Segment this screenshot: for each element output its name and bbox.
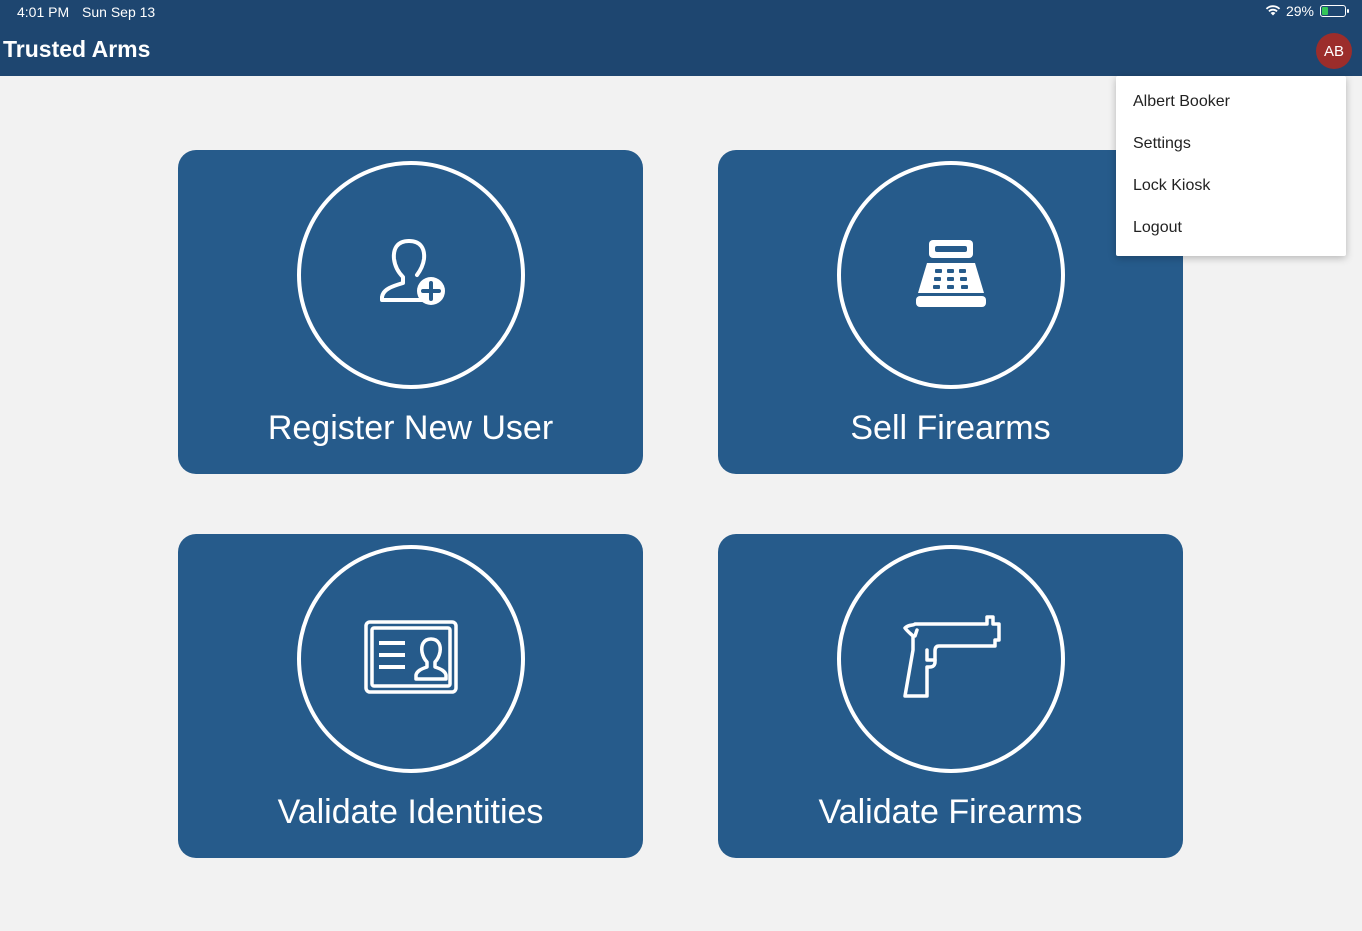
validate-firearms-tile[interactable]: Validate Firearms <box>718 534 1183 858</box>
pistol-icon <box>899 614 1003 705</box>
menu-item-logout[interactable]: Logout <box>1116 207 1346 249</box>
battery-icon <box>1320 5 1349 17</box>
icon-circle <box>837 161 1065 389</box>
icon-circle <box>297 545 525 773</box>
app-header: 4:01 PM Sun Sep 13 29% Trusted Arms AB <box>0 0 1362 76</box>
tile-label: Validate Firearms <box>818 793 1083 831</box>
cash-register-icon <box>913 235 989 316</box>
user-avatar-button[interactable]: AB <box>1316 33 1352 69</box>
menu-item-user-name[interactable]: Albert Booker <box>1116 81 1346 123</box>
app-title: Trusted Arms <box>3 36 151 62</box>
tile-label: Validate Identities <box>277 793 544 831</box>
status-bar: 4:01 PM Sun Sep 13 <box>17 4 155 20</box>
tile-label: Register New User <box>267 409 554 447</box>
tile-label: Sell Firearms <box>850 409 1051 447</box>
icon-circle <box>837 545 1065 773</box>
battery-level <box>1322 7 1328 15</box>
sell-firearms-tile[interactable]: Sell Firearms <box>718 150 1183 474</box>
battery-percent: 29% <box>1285 3 1314 19</box>
validate-identities-tile[interactable]: Validate Identities <box>178 534 643 858</box>
status-time: 4:01 PM <box>17 4 70 20</box>
menu-item-lock-kiosk[interactable]: Lock Kiosk <box>1116 165 1346 207</box>
icon-circle <box>297 161 525 389</box>
wifi-icon <box>1264 3 1282 19</box>
user-menu: Albert Booker Settings Lock Kiosk Logout <box>1116 76 1346 256</box>
menu-item-settings[interactable]: Settings <box>1116 123 1346 165</box>
id-card-icon <box>363 619 459 700</box>
register-new-user-tile[interactable]: Register New User <box>178 150 643 474</box>
status-date: Sun Sep 13 <box>82 4 156 20</box>
status-indicators: 29% <box>1264 3 1349 19</box>
add-user-icon <box>369 231 453 320</box>
